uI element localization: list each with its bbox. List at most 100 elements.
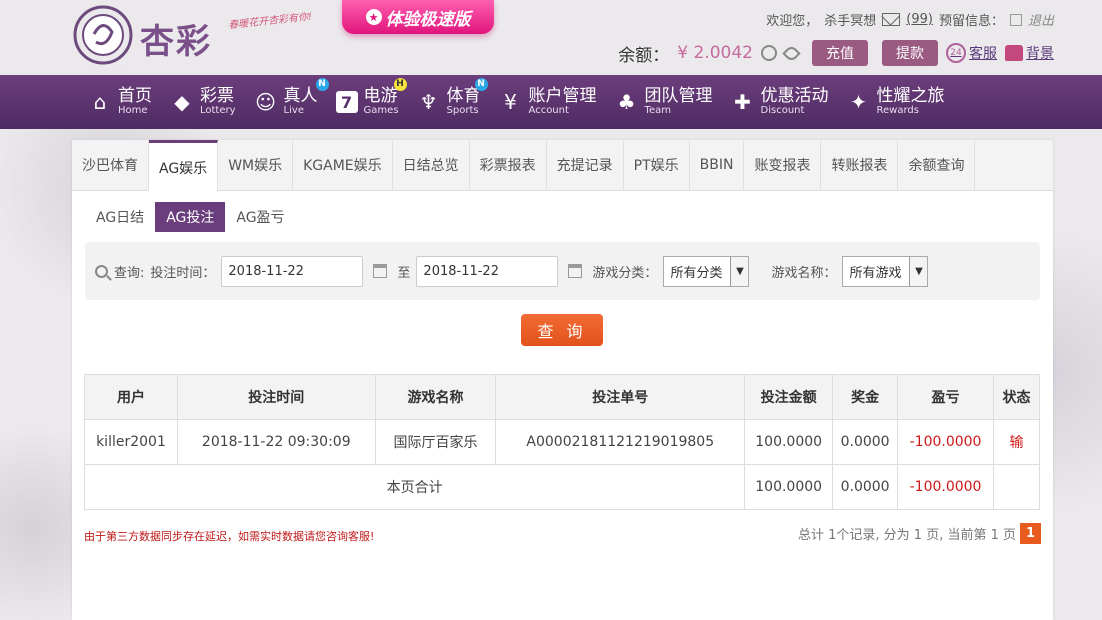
tab-saba-sports[interactable]: 沙巴体育 [72,140,149,190]
logout-link[interactable]: 退出 [1028,10,1054,29]
tab-wm[interactable]: WM娱乐 [218,140,294,190]
query-button[interactable]: 查 询 [521,314,603,346]
nav-label: 首页 [118,85,152,106]
column-header: 投注单号 [495,374,746,420]
query-label: 查询: [114,265,145,281]
nav-item-lottery[interactable]: ◆ 彩票 Lottery [170,85,236,116]
shirt-icon [1005,45,1023,61]
header: 杏彩 春暖花开杏彩有你! ★ 体验极速版 欢迎您， 杀手冥想 (99) 预留信息… [0,0,1102,75]
subtab-ag-profit[interactable]: AG盈亏 [225,202,295,232]
chevron-down-icon: ▼ [730,256,749,286]
withdraw-button[interactable]: 提款 [882,40,938,66]
tab-deposit-withdraw[interactable]: 充提记录 [547,140,624,190]
game-select[interactable]: 所有游戏 ▼ [842,255,929,287]
yen-coin-icon: ¥ [504,90,517,114]
refresh-icon[interactable] [761,45,777,61]
edit-icon[interactable] [1009,13,1022,26]
start-date-input[interactable] [221,255,364,287]
new-badge: N [315,77,329,91]
promo-speed-button[interactable]: ★ 体验极速版 [342,0,494,34]
page-number-button[interactable]: 1 [1020,523,1041,544]
tab-lottery-report[interactable]: 彩票报表 [470,140,547,190]
subtab-ag-bets[interactable]: AG投注 [155,202,226,232]
cell-user: killer2001 [84,419,178,465]
rewards-icon: ✦ [850,90,867,114]
tab-pt[interactable]: PT娱乐 [624,140,690,190]
ag-subtabs: AG日结 AG投注 AG盈亏 [85,202,1053,232]
nav-sublabel: Sports [446,104,479,116]
summary-amount: 100.0000 [744,464,834,510]
calendar-icon[interactable] [373,264,388,278]
nav-item-games[interactable]: 7 电游 Games H [335,77,407,116]
summary-profit: -100.0000 [897,464,995,510]
search-icon [95,264,108,278]
tab-balance-query[interactable]: 余额查询 [898,140,976,190]
pagination: 总计 1个记录, 分为 1 页, 当前第 1 页 1 [798,523,1041,544]
nav-label: 性耀之旅 [876,85,945,106]
end-date-input[interactable] [416,255,559,287]
deposit-button[interactable]: 充值 [812,40,868,66]
balance-bar: 余额： ¥ 2.0042 充值 提款 24 客服 背景 [618,40,1054,66]
service-24h-icon: 24 [946,43,966,63]
summary-bonus: 0.0000 [832,464,899,510]
cell-bet-amount: 100.0000 [744,419,834,465]
column-header: 状态 [993,374,1040,420]
nav-item-sports[interactable]: ♆ 体育 Sports N [417,77,488,116]
hot-badge: H [393,77,407,91]
subtab-ag-daily[interactable]: AG日结 [85,202,155,232]
pagination-summary: 总计 1个记录, 分为 1 页, 当前第 1 页 [797,528,1016,543]
customer-service-link[interactable]: 24 客服 [946,43,997,63]
game-name-label: 游戏名称： [771,265,837,281]
new-badge: N [474,77,488,91]
hide-balance-icon[interactable] [782,43,801,63]
summary-status [993,464,1040,510]
nav-item-live[interactable]: ☺ 真人 Live N [254,77,329,116]
lottery-icon: ◆ [174,90,190,114]
tab-daily-overview[interactable]: 日结总览 [393,140,470,190]
calendar-icon[interactable] [568,264,583,278]
category-select-value: 所有分类 [670,265,723,281]
tab-account-change[interactable]: 账变报表 [744,140,822,190]
table-row: killer2001 2018-11-22 09:30:09 国际厅百家乐 A0… [84,419,1040,465]
promo-label: 体验极速版 [385,9,471,30]
nav-item-account[interactable]: ¥ 账户管理 Account [499,87,596,116]
tab-bbin[interactable]: BBIN [690,140,745,190]
reserve-info-label: 预留信息： [938,14,1004,29]
nav-label: 电游 [363,85,398,106]
nav-sublabel: Rewards [876,104,919,116]
message-count-link[interactable]: (99) [906,12,933,27]
nav-item-rewards[interactable]: ✦ 性耀之旅 Rewards [847,85,945,116]
live-dealer-icon: ☺ [255,90,276,114]
report-panel: 沙巴体育 AG娱乐 WM娱乐 KGAME娱乐 日结总览 彩票报表 充提记录 PT… [72,140,1053,620]
nav-item-discount[interactable]: ✚ 优惠活动 Discount [731,85,829,116]
nav-sublabel: Games [363,104,399,116]
nav-label: 优惠活动 [760,85,829,106]
table-header-row: 用户 投注时间 游戏名称 投注单号 投注金额 奖金 盈亏 状态 [84,374,1040,420]
report-tabs: 沙巴体育 AG娱乐 WM娱乐 KGAME娱乐 日结总览 彩票报表 充提记录 PT… [72,140,1053,192]
nav-sublabel: Lottery [200,104,236,116]
nav-item-team[interactable]: ♣ 团队管理 Team [615,87,713,116]
summary-label: 本页合计 [83,464,746,510]
nav-label: 彩票 [200,85,234,106]
nav-sublabel: Account [528,104,569,116]
tab-kgame[interactable]: KGAME娱乐 [293,140,393,190]
cell-bonus: 0.0000 [832,419,899,465]
tab-transfer-report[interactable]: 转账报表 [821,140,899,190]
nav-sublabel: Discount [760,104,805,116]
brand-name[interactable]: 杏彩 [140,14,212,63]
balance-value: ¥ 2.0042 [677,43,753,63]
main-nav: ⌂ 首页 Home ◆ 彩票 Lottery ☺ 真人 Live N 7 电游 Game… [0,75,1102,129]
trophy-icon: ♆ [419,90,438,114]
tab-ag[interactable]: AG娱乐 [149,140,219,192]
cell-status: 输 [993,419,1040,465]
background-link[interactable]: 背景 [1005,43,1054,63]
column-header: 用户 [84,374,178,420]
category-select[interactable]: 所有分类 ▼ [663,255,750,287]
logo-emblem-icon[interactable] [72,4,134,66]
nav-label: 真人 [283,85,318,106]
column-header: 投注金额 [744,374,834,420]
balance-label: 余额： [618,45,670,66]
nav-sublabel: Live [283,104,304,116]
mail-icon[interactable] [882,13,901,26]
nav-item-home[interactable]: ⌂ 首页 Home [88,85,152,116]
